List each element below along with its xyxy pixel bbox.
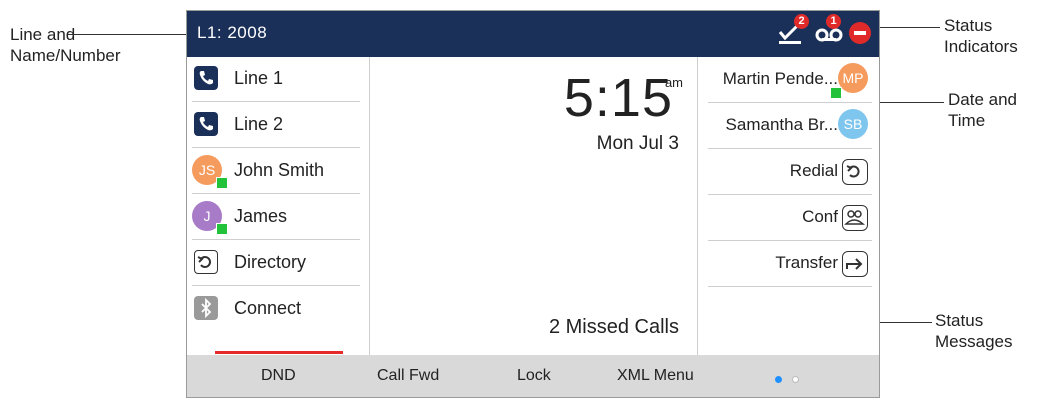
missed-calls-status-icon: 2 <box>777 14 809 46</box>
contact-james-key[interactable]: J James <box>192 195 360 240</box>
phone-icon <box>194 66 218 90</box>
directory-label: Directory <box>234 252 307 272</box>
voicemail-badge: 1 <box>826 14 841 29</box>
missed-calls-badge: 2 <box>794 14 809 29</box>
line-1-label: Line 1 <box>234 68 284 88</box>
contact-john-smith-key[interactable]: JS John Smith <box>192 149 360 194</box>
phone-screen: L1: 2008 2 1 Line 1 Line 2 JS John Smith… <box>186 10 880 398</box>
empty-key[interactable] <box>708 287 872 332</box>
clock-ampm: am <box>664 75 683 90</box>
left-softkeys: Line 1 Line 2 JS John Smith J James Dire… <box>187 57 370 355</box>
right-softkeys: Martin Pende... MP Samantha Br... SB Red… <box>697 57 880 355</box>
softkey-dnd[interactable]: DND <box>261 367 296 385</box>
callout-date-time: Date and Time <box>948 90 1017 130</box>
redial-key[interactable]: Redial <box>708 149 872 195</box>
contact-label: James <box>234 206 288 226</box>
softkey-xml-menu[interactable]: XML Menu <box>617 367 694 385</box>
dnd-status-icon <box>849 22 871 44</box>
voicemail-status-icon: 1 <box>815 14 843 46</box>
avatar: MP <box>838 63 868 93</box>
directory-icon <box>194 250 218 274</box>
directory-key[interactable]: Directory <box>192 241 360 286</box>
softkey-lock[interactable]: Lock <box>517 367 551 385</box>
idle-screen-center: 5:15 am Mon Jul 3 2 Missed Calls <box>370 57 697 355</box>
callout-line-name-leader <box>68 34 188 35</box>
page-dot-active <box>775 376 782 383</box>
transfer-key[interactable]: Transfer <box>708 241 872 287</box>
avatar: SB <box>838 109 868 139</box>
contact-label: John Smith <box>234 160 325 180</box>
redial-label: Redial <box>789 161 838 180</box>
clock-date: Mon Jul 3 <box>596 133 679 154</box>
line-2-key[interactable]: Line 2 <box>192 103 360 148</box>
bottom-softkeys: DND Call Fwd Lock XML Menu <box>187 355 879 397</box>
missed-calls-message[interactable]: 2 Missed Calls <box>549 316 679 339</box>
redial-icon <box>842 159 868 185</box>
bluetooth-icon <box>194 296 218 320</box>
line-title: L1: 2008 <box>197 23 268 42</box>
page-indicator-bar <box>215 351 343 354</box>
presence-indicator <box>830 87 842 99</box>
transfer-icon <box>842 251 868 277</box>
callout-status-leader <box>880 27 940 28</box>
contact-label: Samantha Br... <box>725 115 838 134</box>
conference-key[interactable]: Conf <box>708 195 872 241</box>
presence-indicator <box>216 223 228 235</box>
callout-line-name: Line and Name/Number <box>10 25 121 65</box>
transfer-label: Transfer <box>775 253 838 272</box>
callout-status-messages: Status Messages <box>935 311 1013 351</box>
connect-key[interactable]: Connect <box>192 287 360 331</box>
line-2-label: Line 2 <box>234 114 284 134</box>
contact-label: Martin Pende... <box>722 69 838 88</box>
phone-icon <box>194 112 218 136</box>
conference-icon <box>842 205 868 231</box>
clock-time: 5:15 <box>563 68 673 128</box>
callout-status-indicators: Status Indicators <box>944 16 1018 56</box>
conference-label: Conf <box>802 207 838 226</box>
contact-martin-key[interactable]: Martin Pende... MP <box>708 57 872 103</box>
contact-samantha-key[interactable]: Samantha Br... SB <box>708 103 872 149</box>
presence-indicator <box>216 177 228 189</box>
connect-label: Connect <box>234 298 302 318</box>
line-1-key[interactable]: Line 1 <box>192 57 360 102</box>
page-dot-inactive <box>792 376 799 383</box>
status-bar: L1: 2008 2 1 <box>187 11 879 57</box>
softkey-call-fwd[interactable]: Call Fwd <box>377 367 439 385</box>
